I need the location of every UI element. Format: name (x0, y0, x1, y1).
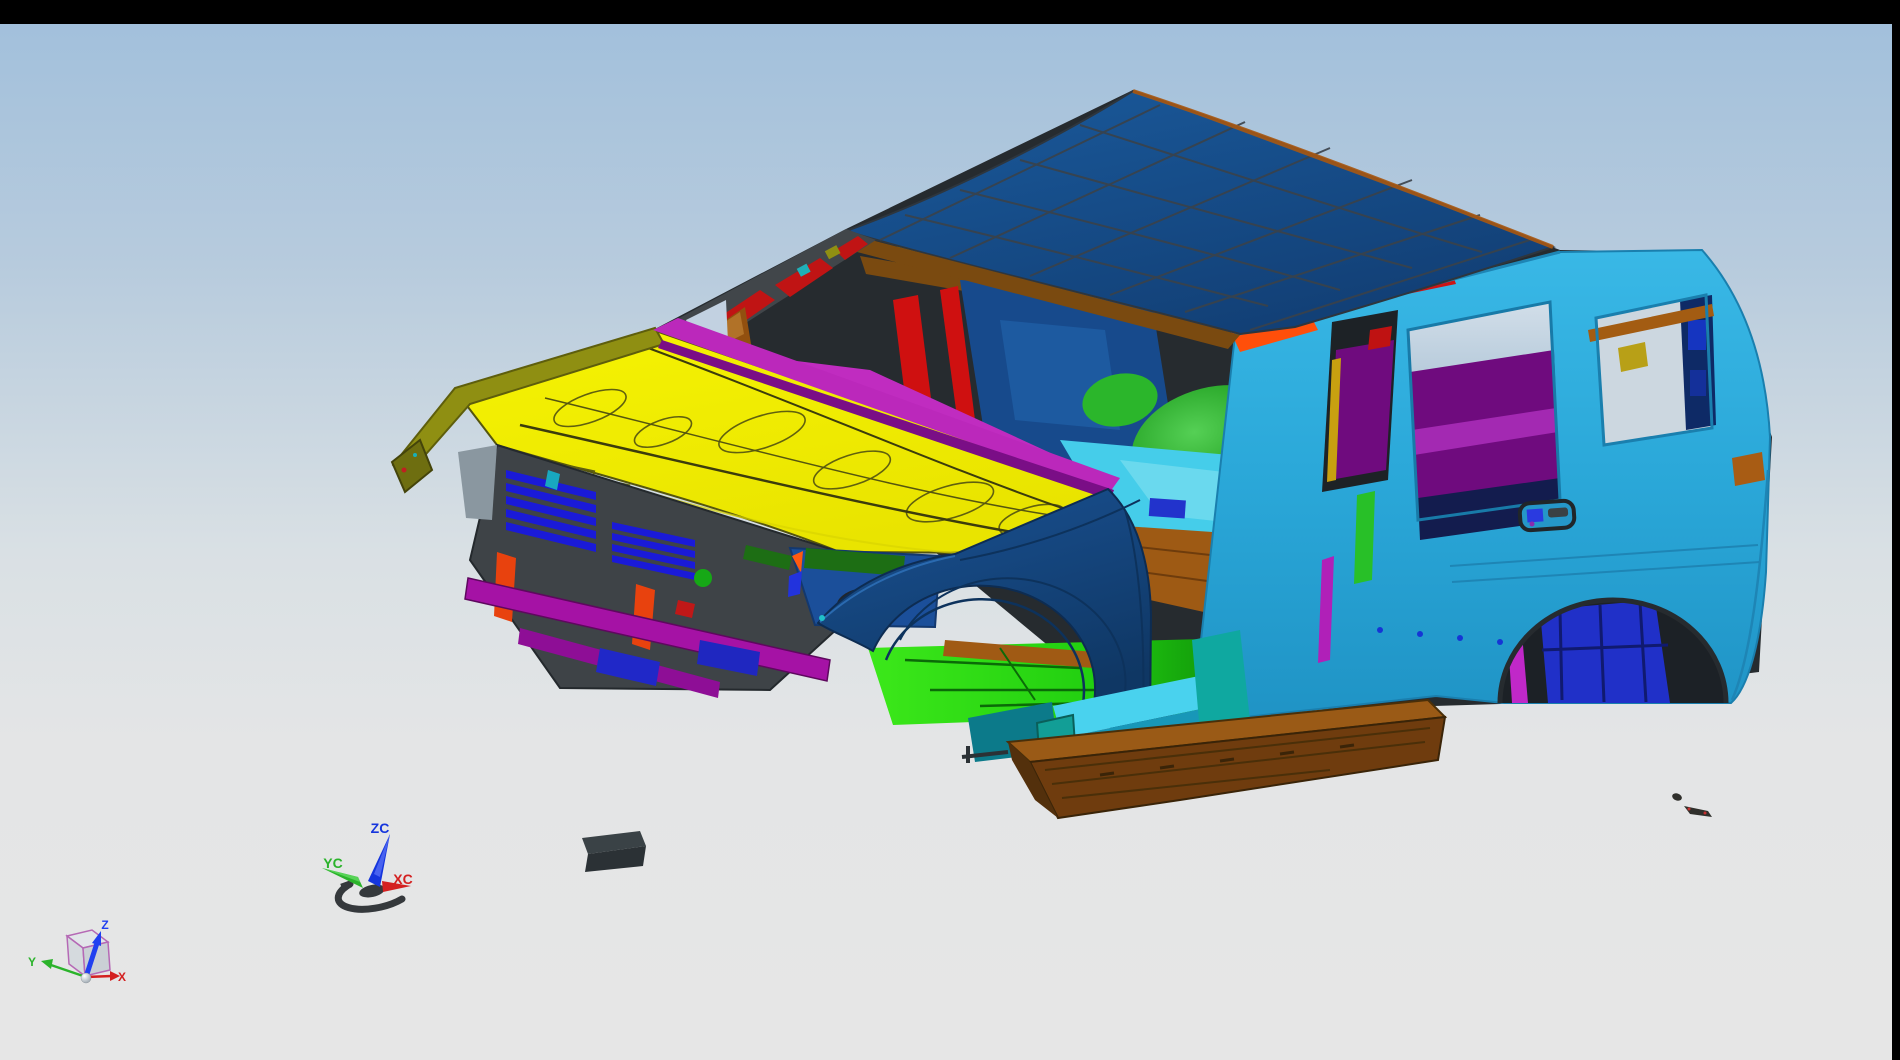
wcs-y-label: YC (323, 855, 342, 871)
top-black-bar (0, 0, 1900, 24)
front-step (582, 831, 646, 872)
csys-origin-sphere (81, 973, 91, 983)
cad-viewport[interactable]: ZC YC XC Z Y X (0, 0, 1900, 1060)
abs-x-label: X (118, 970, 126, 984)
model-canvas[interactable]: ZC YC XC Z Y X (0, 0, 1900, 1060)
wcs-x-label: XC (393, 871, 412, 887)
floating-debris (1671, 792, 1712, 817)
absolute-csys-triad: Z Y X (28, 918, 126, 984)
right-black-bar (1892, 0, 1900, 1060)
wcs-z-axis-arrow[interactable] (368, 834, 390, 887)
car-body-model[interactable] (392, 90, 1772, 872)
door-handle[interactable] (1519, 500, 1575, 531)
abs-y-label: Y (28, 955, 36, 969)
wcs-triad[interactable]: ZC YC XC (322, 820, 413, 909)
wcs-z-label: ZC (371, 820, 390, 836)
abs-z-label: Z (101, 918, 108, 932)
